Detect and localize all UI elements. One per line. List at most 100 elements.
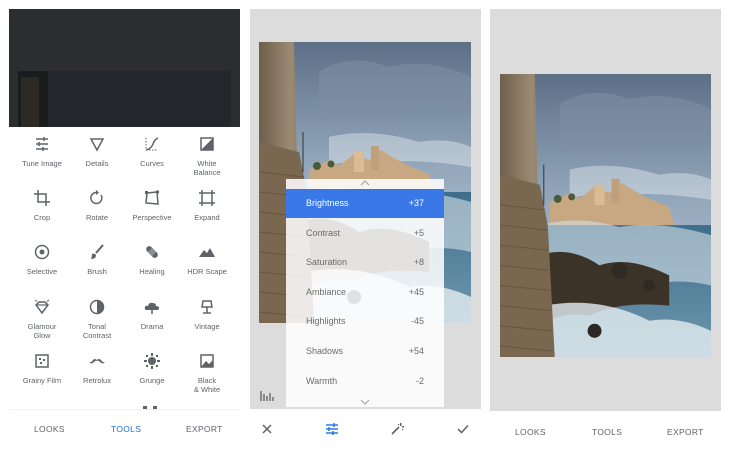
adjustment-menu: Brightness +37 Contrast +5 Saturation +8… — [286, 179, 444, 407]
close-icon[interactable] — [260, 422, 274, 436]
sliders-icon — [36, 137, 48, 151]
tool-label: Glamour Glow — [27, 322, 57, 340]
adjust-screen: Brightness +37 Contrast +5 Saturation +8… — [250, 9, 481, 453]
bottom-nav: LOOKS TOOLS EXPORT — [9, 409, 240, 453]
tool-brush[interactable]: Brush — [69, 243, 125, 276]
white-balance-icon — [200, 137, 214, 151]
tool-details[interactable]: Details — [69, 135, 125, 168]
grunge-icon — [144, 353, 160, 369]
tool-vintage[interactable]: Vintage — [179, 298, 235, 331]
tool-label: Tonal Contrast — [82, 322, 112, 340]
magic-wand-icon[interactable] — [390, 422, 404, 436]
tool-label: Retrolux — [83, 376, 111, 385]
tool-label: Grainy Film — [22, 376, 62, 385]
tool-label: Healing — [139, 267, 165, 276]
expand-icon — [199, 190, 215, 206]
bandage-icon — [146, 246, 158, 258]
tool-white-balance[interactable]: White Balance — [179, 135, 235, 177]
mustache-icon — [89, 359, 105, 364]
adjustment-shadows[interactable]: Shadows +54 — [286, 337, 444, 366]
tab-export[interactable]: EXPORT — [186, 424, 223, 434]
tool-label: Curves — [140, 159, 164, 168]
tab-looks[interactable]: LOOKS — [515, 427, 546, 437]
tool-label: Brush — [87, 267, 107, 276]
result-screen: LOOKS TOOLS EXPORT — [490, 9, 721, 453]
adjustment-value: +45 — [408, 287, 424, 297]
tool-crop[interactable]: Crop — [14, 189, 70, 222]
adjustment-highlights[interactable]: Highlights -45 — [286, 307, 444, 336]
tool-drama[interactable]: Drama — [124, 298, 180, 331]
tool-grunge[interactable]: Grunge — [124, 352, 180, 385]
tools-grid: Tune Image Details Curves White Balance … — [9, 127, 240, 409]
tool-grainy-film[interactable]: Grainy Film — [14, 352, 70, 385]
adjustment-value: -45 — [410, 316, 424, 326]
tool-glamour-glow[interactable]: Glamour Glow — [14, 298, 70, 340]
adjustment-value: -2 — [415, 376, 424, 386]
tool-black-white[interactable]: Black & White — [179, 352, 235, 394]
tool-label: Details — [85, 159, 109, 168]
film-grain-icon — [35, 354, 49, 368]
adjust-sliders-icon[interactable] — [325, 422, 339, 436]
target-icon — [34, 244, 50, 260]
tool-label: White Balance — [193, 159, 221, 177]
tool-tune-image[interactable]: Tune Image — [14, 135, 70, 168]
adjustment-name: Warmth — [306, 376, 338, 386]
adjustment-value: +5 — [413, 228, 424, 238]
diamond-icon — [34, 299, 50, 315]
tool-perspective[interactable]: Perspective — [124, 189, 180, 222]
tool-label: Grunge — [139, 376, 165, 385]
adjustment-ambiance[interactable]: Ambiance +45 — [286, 278, 444, 307]
tool-label: Selective — [26, 267, 58, 276]
tab-looks[interactable]: LOOKS — [34, 424, 65, 434]
tool-label: Drama — [140, 322, 164, 331]
tab-export[interactable]: EXPORT — [667, 427, 704, 437]
curves-icon — [145, 137, 159, 151]
rotate-icon — [90, 190, 103, 205]
tab-tools[interactable]: TOOLS — [592, 427, 622, 437]
chevron-up-icon[interactable] — [359, 179, 371, 187]
tool-label: HDR Scape — [187, 267, 227, 276]
adjustment-name: Highlights — [306, 316, 346, 326]
checkmark-icon[interactable] — [456, 422, 470, 436]
chevron-down-icon[interactable] — [359, 398, 371, 406]
brush-icon — [91, 244, 104, 259]
adjustment-value: +54 — [408, 346, 424, 356]
tool-label: Black & White — [193, 376, 221, 394]
image-preview — [9, 9, 240, 127]
adjustment-value: +8 — [413, 257, 424, 267]
tool-label: Perspective — [132, 213, 172, 222]
adjustment-warmth[interactable]: Warmth -2 — [286, 367, 444, 396]
bottom-nav: LOOKS TOOLS EXPORT — [490, 411, 721, 453]
perspective-icon — [145, 190, 159, 205]
triangle-icon — [89, 138, 105, 152]
histogram-icon[interactable] — [260, 389, 274, 401]
adjustment-name: Shadows — [306, 346, 344, 356]
adjustment-saturation[interactable]: Saturation +8 — [286, 248, 444, 277]
cloud-icon — [144, 302, 159, 314]
tool-label: Rotate — [85, 213, 109, 222]
tools-screen: Tune Image Details Curves White Balance … — [9, 9, 240, 453]
tool-expand[interactable]: Expand — [179, 189, 235, 222]
lamp-icon — [201, 300, 213, 314]
preview-wall-texture — [21, 77, 39, 127]
tool-label: Tune Image — [22, 159, 62, 168]
adjustment-contrast[interactable]: Contrast +5 — [286, 219, 444, 248]
tool-selective[interactable]: Selective — [14, 243, 70, 276]
adjustment-name: Brightness — [306, 198, 349, 208]
mountain-icon — [199, 248, 215, 257]
tool-label: Expand — [194, 213, 220, 222]
adjustment-value: +37 — [408, 198, 424, 208]
app-screenshots: Tune Image Details Curves White Balance … — [0, 0, 731, 453]
tool-tonal-contrast[interactable]: Tonal Contrast — [69, 298, 125, 340]
adjustment-name: Saturation — [306, 257, 348, 267]
crop-icon — [34, 190, 50, 206]
adjustment-name: Contrast — [306, 228, 341, 238]
tab-tools[interactable]: TOOLS — [111, 424, 141, 434]
tool-retrolux[interactable]: Retrolux — [69, 352, 125, 385]
contrast-icon — [89, 299, 105, 315]
adjustment-brightness[interactable]: Brightness +37 — [286, 189, 444, 218]
tool-hdr-scape[interactable]: HDR Scape — [179, 243, 235, 276]
tool-healing[interactable]: Healing — [124, 243, 180, 276]
tool-rotate[interactable]: Rotate — [69, 189, 125, 222]
tool-curves[interactable]: Curves — [124, 135, 180, 168]
